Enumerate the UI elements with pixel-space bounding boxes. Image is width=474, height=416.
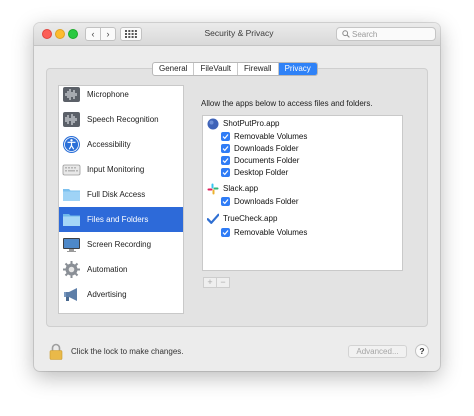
checkmark-icon — [222, 158, 229, 164]
permission-row[interactable]: Removable Volumes — [221, 131, 307, 142]
advanced-button[interactable]: Advanced... — [348, 345, 407, 358]
sidebar-item-label: Files and Folders — [87, 215, 149, 224]
speech-recognition-icon — [63, 112, 80, 127]
preferences-window: ‹ › Security & Privacy General — [34, 23, 440, 371]
remove-app-button[interactable]: − — [217, 278, 229, 287]
search-input[interactable] — [352, 29, 432, 39]
checkmark-icon — [222, 199, 229, 205]
checkmark-icon — [222, 134, 229, 140]
add-app-button[interactable]: + — [204, 278, 217, 287]
grid-icon — [125, 30, 137, 38]
permission-checkbox[interactable] — [221, 197, 230, 206]
permission-label: Downloads Folder — [234, 197, 299, 206]
add-remove-control: + − — [203, 277, 230, 288]
folder-icon — [63, 214, 80, 226]
permission-checkbox[interactable] — [221, 144, 230, 153]
accessibility-icon — [63, 136, 80, 153]
forward-button[interactable]: › — [100, 27, 116, 41]
gear-icon — [63, 261, 80, 278]
search-icon — [342, 30, 350, 38]
permission-label: Desktop Folder — [234, 168, 289, 177]
show-all-button[interactable] — [120, 27, 142, 41]
permission-label: Downloads Folder — [234, 144, 299, 153]
microphone-icon — [63, 87, 80, 102]
back-button[interactable]: ‹ — [85, 27, 101, 41]
permission-row[interactable]: Desktop Folder — [221, 167, 288, 178]
help-button[interactable]: ? — [415, 344, 429, 358]
permission-label: Removable Volumes — [234, 132, 308, 141]
lock-icon[interactable] — [49, 343, 63, 360]
slack-app-icon — [207, 183, 219, 194]
folder-icon — [63, 189, 80, 201]
permission-row[interactable]: Downloads Folder — [221, 196, 298, 207]
sidebar-item-label: Accessibility — [87, 140, 131, 149]
sidebar-item-label: Microphone — [87, 90, 129, 99]
chevron-right-icon: › — [106, 29, 110, 39]
tab-bar: General FileVault Firewall Privacy — [152, 62, 318, 76]
tab-firewall[interactable]: Firewall — [238, 63, 279, 75]
app-name: ShotPutPro.app — [223, 119, 280, 128]
sidebar-item-label: Speech Recognition — [87, 115, 159, 124]
sidebar-item-label: Advertising — [87, 290, 127, 299]
sidebar-item-speech-recognition[interactable]: Speech Recognition — [59, 107, 183, 132]
app-name: Slack.app — [223, 184, 259, 193]
close-button[interactable] — [42, 29, 52, 39]
app-row-slack[interactable]: Slack.app — [207, 182, 258, 195]
permission-label: Documents Folder — [234, 156, 300, 165]
app-permissions-list: ShotPutPro.app Removable Volumes Downloa… — [202, 115, 403, 271]
permission-checkbox[interactable] — [221, 132, 230, 141]
sidebar-item-advertising[interactable]: Advertising — [59, 282, 183, 307]
search-field[interactable] — [336, 27, 436, 41]
sidebar-item-label: Full Disk Access — [87, 190, 146, 199]
permission-row[interactable]: Removable Volumes — [221, 227, 307, 238]
lock-message: Click the lock to make changes. — [71, 347, 184, 356]
tab-general[interactable]: General — [153, 63, 195, 75]
checkmark-icon — [222, 230, 229, 236]
checkmark-icon — [222, 170, 229, 176]
window-title: Security & Privacy — [204, 28, 274, 38]
sidebar-item-label: Screen Recording — [87, 240, 152, 249]
chevron-left-icon: ‹ — [91, 29, 95, 39]
permission-label: Removable Volumes — [234, 228, 308, 237]
tab-filevault[interactable]: FileVault — [194, 63, 238, 75]
zoom-button[interactable] — [68, 29, 78, 39]
sidebar-item-full-disk-access[interactable]: Full Disk Access — [59, 182, 183, 207]
privacy-category-list: Microphone Speech Recognition Accessibil… — [58, 85, 184, 314]
permission-checkbox[interactable] — [221, 156, 230, 165]
truecheck-app-icon — [207, 213, 219, 224]
sidebar-item-automation[interactable]: Automation — [59, 257, 183, 282]
tab-privacy[interactable]: Privacy — [278, 63, 317, 75]
permission-row[interactable]: Downloads Folder — [221, 143, 298, 154]
sidebar-item-microphone[interactable]: Microphone — [59, 86, 183, 107]
permission-checkbox[interactable] — [221, 168, 230, 177]
checkmark-icon — [222, 146, 229, 152]
sidebar-item-label: Input Monitoring — [87, 165, 145, 174]
title-bar: ‹ › Security & Privacy — [34, 23, 440, 46]
sidebar-item-files-and-folders[interactable]: Files and Folders — [59, 207, 183, 232]
files-folders-description: Allow the apps below to access files and… — [201, 99, 373, 108]
permission-checkbox[interactable] — [221, 228, 230, 237]
app-row-shotputpro[interactable]: ShotPutPro.app — [207, 117, 279, 130]
sidebar-item-screen-recording[interactable]: Screen Recording — [59, 232, 183, 257]
keyboard-icon — [62, 164, 81, 176]
sidebar-item-label: Automation — [87, 265, 128, 274]
megaphone-icon — [64, 288, 77, 301]
display-icon — [63, 238, 80, 252]
minimize-button[interactable] — [55, 29, 65, 39]
sidebar-item-accessibility[interactable]: Accessibility — [59, 132, 183, 157]
sidebar-item-input-monitoring[interactable]: Input Monitoring — [59, 157, 183, 182]
app-row-truecheck[interactable]: TrueCheck.app — [207, 212, 277, 225]
shotputpro-app-icon — [207, 118, 219, 129]
app-name: TrueCheck.app — [223, 214, 278, 223]
permission-row[interactable]: Documents Folder — [221, 155, 299, 166]
